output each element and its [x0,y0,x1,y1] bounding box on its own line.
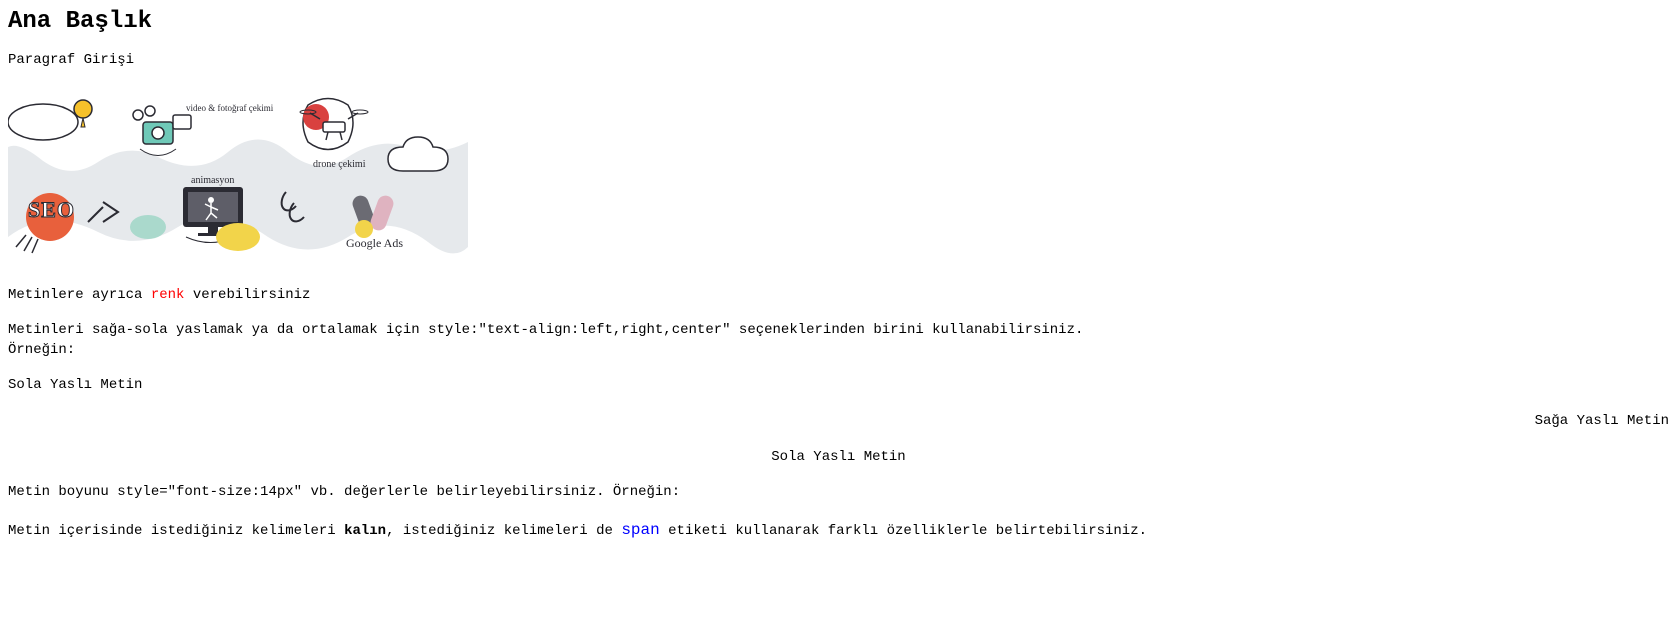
color-example-paragraph: Metinlere ayrıca renk verebilirsiniz [8,286,1669,306]
inline-p3: etiketi kullanarak farklı özelliklerle b… [660,523,1147,539]
marketing-illustration: video & fotoğraf çekimi drone çekimi SEO [8,87,468,270]
svg-text:drone çekimi: drone çekimi [313,159,366,170]
intro-paragraph: Paragraf Girişi [8,51,1669,71]
example-label: Örneğin: [8,341,1669,361]
color-example-word: renk [151,287,185,303]
inline-p1: Metin içerisinde istediğiniz kelimeleri [8,523,344,539]
color-example-after: verebilirsiniz [184,287,310,303]
page-title: Ana Başlık [8,8,1669,35]
color-example-before: Metinlere ayrıca [8,287,151,303]
inline-span-word: span [621,521,659,539]
font-size-instruction: Metin boyunu style="font-size:14px" vb. … [8,483,1669,503]
svg-text:video & fotoğraf çekimi: video & fotoğraf çekimi [186,103,274,113]
inline-p2: , istediğiniz kelimeleri de [386,523,621,539]
right-aligned-text: Sağa Yaslı Metin [8,412,1669,432]
inline-style-paragraph: Metin içerisinde istediğiniz kelimeleri … [8,519,1669,542]
svg-text:SEO: SEO [28,197,75,222]
illustration-container: video & fotoğraf çekimi drone çekimi SEO [8,87,1669,270]
svg-text:Google Ads: Google Ads [346,236,403,250]
left-aligned-text: Sola Yaslı Metin [8,376,1669,396]
align-instruction: Metinleri sağa-sola yaslamak ya da ortal… [8,321,1669,341]
center-aligned-text: Sola Yaslı Metin [8,448,1669,468]
svg-text:animasyon: animasyon [191,175,234,186]
inline-bold-word: kalın [344,523,386,539]
